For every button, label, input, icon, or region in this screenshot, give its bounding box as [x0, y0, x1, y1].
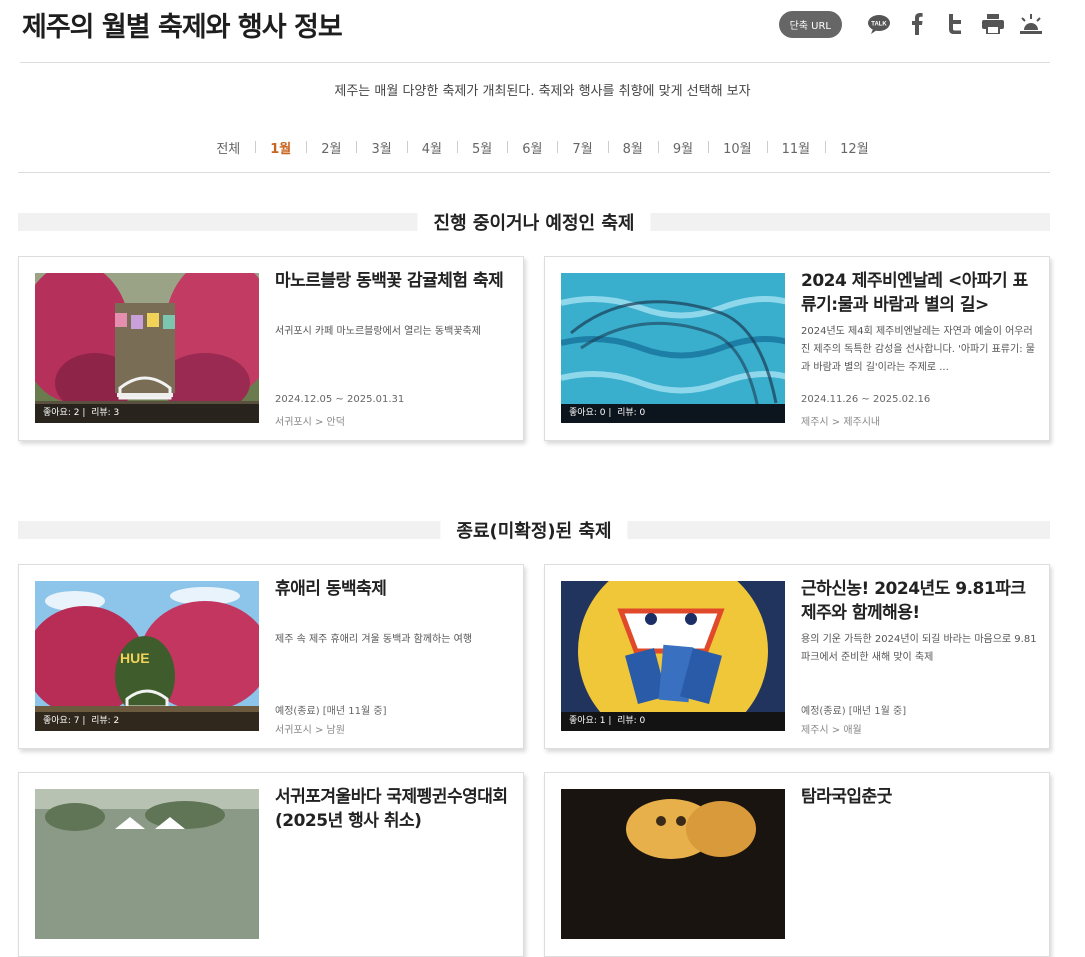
tab-month-8[interactable]: 8월 — [607, 138, 658, 157]
festival-location: 제주시 > 애월 — [801, 725, 862, 736]
tab-month-2[interactable]: 2월 — [306, 138, 356, 157]
likes-count: 좋아요: 0 — [569, 408, 606, 418]
likes-count: 좋아요: 7 — [43, 716, 80, 726]
festival-card[interactable]: HUE 좋아요: 7 | 리뷰: 2 휴애리 동백축제 제주 속 제주 휴애리 … — [18, 564, 524, 749]
reviews-count: 리뷰: 2 — [91, 716, 120, 726]
festival-thumbnail[interactable]: 좋아요: 1 | 리뷰: 0 — [561, 581, 785, 731]
share-toolbar: 단축 URL TALK — [778, 10, 1050, 38]
tab-month-5[interactable]: 5월 — [456, 138, 507, 157]
festival-card[interactable]: 좋아요: 0 | 리뷰: 0 2024 제주비엔날레 <아파기 표류기:물과 바… — [544, 256, 1050, 441]
facebook-icon[interactable] — [898, 10, 936, 38]
festival-stats: 좋아요: 1 | 리뷰: 0 — [561, 712, 785, 731]
festival-card[interactable]: 좋아요: 2 | 리뷰: 3 마노르블랑 동백꽃 감귤체험 축제 서귀포시 카페… — [18, 256, 524, 441]
festival-date: 예정(종료) [매년 1월 중] — [801, 706, 907, 717]
tab-month-6[interactable]: 6월 — [507, 138, 557, 157]
intro-text: 제주는 매월 다양한 축제가 개최된다. 축제와 행사를 취향에 맞게 선택해 … — [334, 84, 751, 99]
print-icon[interactable] — [974, 10, 1012, 38]
kakaotalk-icon[interactable]: TALK — [860, 10, 898, 38]
section-ended-title: 종료(미확정)된 축제 — [440, 517, 628, 543]
alarm-icon[interactable] — [1012, 10, 1050, 38]
festival-stats: 좋아요: 0 | 리뷰: 0 — [561, 404, 785, 423]
festival-title[interactable]: 2024 제주비엔날레 <아파기 표류기:물과 바람과 별의 길> — [801, 269, 1037, 317]
festival-location: 서귀포시 > 남원 — [275, 725, 345, 736]
festival-date: 2024.12.05 ~ 2025.01.31 — [275, 394, 405, 405]
tab-all[interactable]: 전체 — [201, 138, 255, 157]
festival-description: 서귀포시 카페 마노르블랑에서 열리는 동백꽃축제 — [275, 326, 481, 337]
page-header: 제주의 월별 축제와 행사 정보 단축 URL TALK — [20, 0, 1050, 63]
divider — [18, 172, 1050, 173]
festival-card[interactable]: 좋아요: 1 | 리뷰: 0 근하신농! 2024년도 9.81파크 제주와 함… — [544, 564, 1050, 749]
festival-location: 서귀포시 > 안덕 — [275, 417, 345, 428]
tab-month-4[interactable]: 4월 — [406, 138, 457, 157]
reviews-count: 리뷰: 0 — [617, 408, 646, 418]
festival-title[interactable]: 서귀포겨울바다 국제펭귄수영대회 (2025년 행사 취소) — [275, 785, 511, 833]
festival-thumbnail[interactable]: 좋아요: 0 | 리뷰: 0 — [561, 273, 785, 423]
svg-text:HUE: HUE — [120, 650, 150, 666]
festival-thumbnail[interactable] — [561, 789, 785, 939]
festival-title[interactable]: 휴애리 동백축제 — [275, 577, 511, 601]
tab-month-12[interactable]: 12월 — [825, 138, 884, 157]
festival-stats: 좋아요: 2 | 리뷰: 3 — [35, 404, 259, 423]
festival-date: 예정(종료) [매년 11월 중] — [275, 706, 387, 717]
tab-month-10[interactable]: 10월 — [708, 138, 767, 157]
section-ongoing-title: 진행 중이거나 예정인 축제 — [417, 209, 651, 235]
month-tabs: 전체 1월 2월 3월 4월 5월 6월 7월 8월 9월 10월 11월 12… — [0, 138, 1085, 157]
short-url-button[interactable]: 단축 URL — [778, 10, 842, 38]
page-title: 제주의 월별 축제와 행사 정보 — [22, 12, 343, 43]
festival-description: 2024년도 제4회 제주비엔날레는 자연과 예술이 어우러진 제주의 독특한 … — [801, 326, 1035, 373]
tab-month-1[interactable]: 1월 — [255, 138, 306, 157]
tab-month-3[interactable]: 3월 — [356, 138, 406, 157]
tab-month-7[interactable]: 7월 — [557, 138, 607, 157]
talk-icon-text: TALK — [871, 22, 887, 28]
tab-month-11[interactable]: 11월 — [766, 138, 826, 157]
likes-count: 좋아요: 2 — [43, 408, 80, 418]
section-ended-heading: 종료(미확정)된 축제 — [18, 517, 1050, 543]
tab-month-9[interactable]: 9월 — [657, 138, 708, 157]
festival-thumbnail[interactable]: 좋아요: 2 | 리뷰: 3 — [35, 273, 259, 423]
festival-title[interactable]: 근하신농! 2024년도 9.81파크 제주와 함께해용! — [801, 577, 1037, 625]
festival-title[interactable]: 마노르블랑 동백꽃 감귤체험 축제 — [275, 269, 511, 293]
festival-card[interactable]: 서귀포겨울바다 국제펭귄수영대회 (2025년 행사 취소) — [18, 772, 524, 957]
festival-card[interactable]: 탐라국입춘굿 — [544, 772, 1050, 957]
festival-thumbnail[interactable] — [35, 789, 259, 939]
festival-stats: 좋아요: 7 | 리뷰: 2 — [35, 712, 259, 731]
likes-count: 좋아요: 1 — [569, 716, 606, 726]
reviews-count: 리뷰: 0 — [617, 716, 646, 726]
festival-thumbnail[interactable]: HUE 좋아요: 7 | 리뷰: 2 — [35, 581, 259, 731]
festival-location: 제주시 > 제주시내 — [801, 417, 881, 428]
festival-title[interactable]: 탐라국입춘굿 — [801, 785, 1037, 809]
section-ongoing-heading: 진행 중이거나 예정인 축제 — [18, 209, 1050, 235]
festival-description: 용의 기운 가득한 2024년이 되길 바라는 마음으로 9.81파크에서 준비… — [801, 634, 1037, 663]
festival-description: 제주 속 제주 휴애리 겨울 동백과 함께하는 여행 — [275, 634, 473, 645]
reviews-count: 리뷰: 3 — [91, 408, 120, 418]
festival-date: 2024.11.26 ~ 2025.02.16 — [801, 394, 931, 405]
twitter-icon[interactable] — [936, 10, 974, 38]
